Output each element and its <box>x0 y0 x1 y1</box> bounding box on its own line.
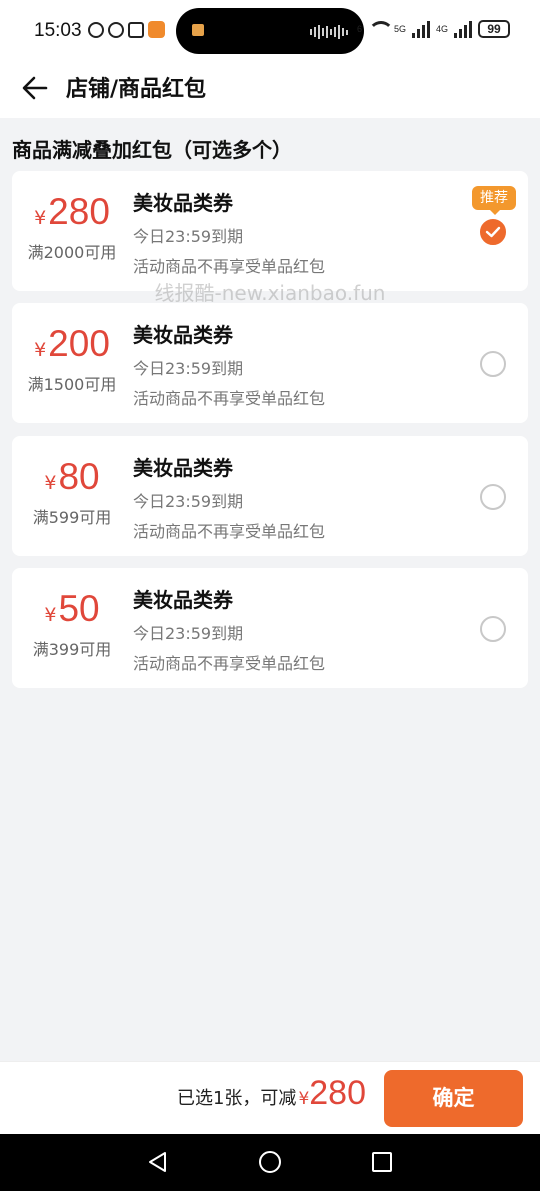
coupon-expiry: 今日23:59到期 <box>133 492 244 511</box>
coupon-amount: ¥280 <box>12 191 132 233</box>
status-time: 15:03 <box>34 20 82 41</box>
signal-icon-2 <box>454 20 472 38</box>
status-right-icons: 6 5G 4G 99 <box>357 20 510 38</box>
coupon-threshold: 满1500可用 <box>27 375 117 394</box>
nav-recents-icon[interactable] <box>370 1150 394 1174</box>
summary-text: 已选1张，可减 <box>176 1088 297 1109</box>
app-notification-icon <box>148 21 165 38</box>
dynamic-island <box>176 8 364 54</box>
coupon-select-checkbox[interactable] <box>480 616 506 642</box>
signal-icon <box>411 20 430 38</box>
coupon-amount: ¥80 <box>12 456 132 498</box>
coupon-card[interactable]: ¥280 满2000可用 美妆品类券 今日23:59到期 活动商品不再享受单品红… <box>12 171 528 291</box>
wifi-icon <box>367 21 394 37</box>
coupon-expiry: 今日23:59到期 <box>133 624 244 643</box>
alarm-icon <box>88 21 104 38</box>
app-header: 店铺/商品红包 <box>0 62 540 118</box>
confirm-button[interactable]: 确定 <box>384 1070 523 1127</box>
recommend-badge: 推荐 <box>472 186 516 215</box>
coupon-note: 活动商品不再享受单品红包 <box>133 654 326 673</box>
coupon-select-checkbox[interactable] <box>480 484 506 510</box>
coupon-note: 活动商品不再享受单品红包 <box>133 257 326 276</box>
coupon-amount-value: 50 <box>58 588 100 629</box>
coupon-card[interactable]: ¥50 满399可用 美妆品类券 今日23:59到期 活动商品不再享受单品红包 <box>12 568 528 688</box>
audio-wave-icon <box>310 25 348 39</box>
system-nav-bar <box>0 1134 540 1191</box>
page-title: 店铺/商品红包 <box>66 77 207 102</box>
coupon-note: 活动商品不再享受单品红包 <box>133 522 326 541</box>
wifi-label: 6 <box>356 24 362 34</box>
currency-symbol: ¥ <box>34 339 47 361</box>
coupon-amount-value: 80 <box>58 456 100 497</box>
status-bar: 15:03 6 5G 4G 99 <box>0 0 540 62</box>
headphones-icon <box>108 21 124 38</box>
nav-back-icon[interactable] <box>146 1150 170 1174</box>
coupon-threshold: 满399可用 <box>32 640 112 659</box>
coupon-amount: ¥50 <box>12 588 132 630</box>
nav-home-icon[interactable] <box>258 1150 282 1174</box>
coupon-threshold: 满599可用 <box>32 508 112 527</box>
coupon-name: 美妆品类券 <box>133 191 233 215</box>
music-app-icon <box>192 24 204 36</box>
coupon-amount: ¥200 <box>12 323 132 365</box>
coupon-name: 美妆品类券 <box>133 323 233 347</box>
coupon-name: 美妆品类券 <box>133 456 233 480</box>
currency-symbol: ¥ <box>44 472 57 494</box>
coupon-amount-value: 200 <box>48 323 110 364</box>
summary-amount: 280 <box>309 1074 366 1112</box>
checkmark-icon <box>485 226 501 238</box>
coupon-expiry: 今日23:59到期 <box>133 359 244 378</box>
coupon-select-checkbox[interactable] <box>480 219 506 245</box>
signal-label-5g: 5G <box>393 24 406 34</box>
coupon-select-checkbox[interactable] <box>480 351 506 377</box>
bottom-action-bar: 已选1张，可减 ¥280 确定 <box>0 1061 540 1134</box>
coupon-note: 活动商品不再享受单品红包 <box>133 389 326 408</box>
coupon-card[interactable]: ¥200 满1500可用 美妆品类券 今日23:59到期 活动商品不再享受单品红… <box>12 303 528 423</box>
coupon-threshold: 满2000可用 <box>27 243 117 262</box>
status-left-icons <box>88 21 165 38</box>
coupon-expiry: 今日23:59到期 <box>133 227 244 246</box>
battery-icon: 99 <box>478 20 510 38</box>
coupon-amount-value: 280 <box>48 191 110 232</box>
section-title: 商品满减叠加红包（可选多个） <box>12 138 292 162</box>
coupon-name: 美妆品类券 <box>133 588 233 612</box>
coupon-card[interactable]: ¥80 满599可用 美妆品类券 今日23:59到期 活动商品不再享受单品红包 <box>12 436 528 556</box>
summary-currency: ¥ <box>298 1089 310 1109</box>
signal-label-4g: 4G <box>435 24 448 34</box>
selection-summary: 已选1张，可减 ¥280 <box>177 1074 366 1113</box>
back-arrow-icon[interactable] <box>20 73 50 103</box>
battery-saver-icon <box>128 21 144 38</box>
currency-symbol: ¥ <box>34 207 47 229</box>
currency-symbol: ¥ <box>44 604 57 626</box>
